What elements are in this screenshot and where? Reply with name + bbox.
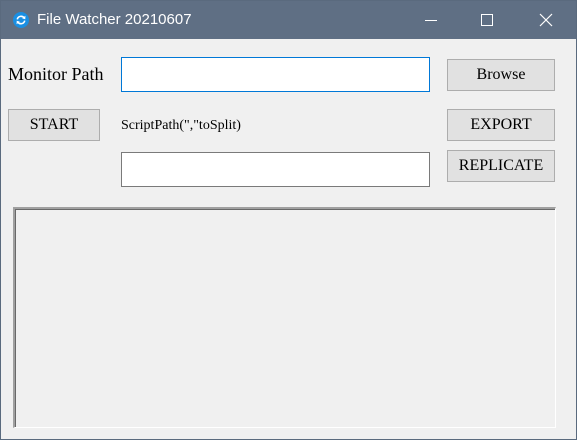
output-panel[interactable] [13, 207, 556, 428]
maximize-icon [481, 14, 493, 26]
window-title: File Watcher 20210607 [37, 11, 192, 28]
minimize-icon [425, 20, 437, 21]
title-bar[interactable]: File Watcher 20210607 [1, 1, 576, 39]
refresh-icon [13, 12, 29, 28]
maximize-button[interactable] [459, 1, 515, 39]
export-button[interactable]: EXPORT [447, 109, 555, 141]
close-button[interactable] [518, 1, 574, 39]
script-path-label: ScriptPath(","toSplit) [121, 118, 241, 133]
monitor-path-label: Monitor Path [8, 64, 104, 84]
file-watcher-window: File Watcher 20210607 Monitor Path Brows… [0, 0, 577, 440]
close-icon [539, 13, 553, 27]
minimize-button[interactable] [403, 1, 459, 39]
browse-button[interactable]: Browse [447, 59, 555, 91]
script-path-input[interactable] [121, 152, 430, 187]
monitor-path-input[interactable] [121, 57, 430, 92]
replicate-button[interactable]: REPLICATE [447, 150, 555, 182]
start-button[interactable]: START [8, 109, 100, 141]
